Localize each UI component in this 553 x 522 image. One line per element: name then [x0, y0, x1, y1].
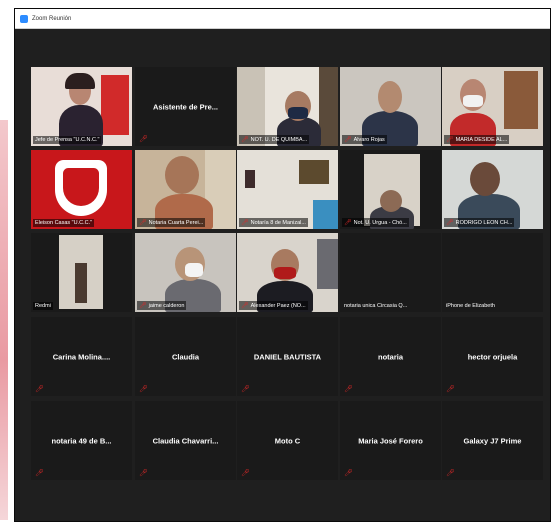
participant-name: 🎤︎ Alexander Paez (NO... — [239, 301, 308, 310]
muted-mic-icon: 🎤︎ — [446, 137, 454, 143]
muted-mic-icon: 🎤︎ — [139, 136, 148, 143]
muted-mic-icon: 🎤︎ — [241, 220, 249, 226]
participant-name: 🎤︎ Notaria Cuarta Perei... — [137, 218, 206, 227]
muted-mic-icon: 🎤︎ — [446, 470, 455, 477]
participant-tile[interactable]: 🎤︎ Notaria Cuarta Perei... — [135, 150, 236, 229]
background-decoration — [0, 120, 8, 520]
participant-name: Claudia — [171, 352, 200, 361]
muted-mic-icon: 🎤︎ — [139, 303, 147, 309]
participant-tile[interactable]: Moto C 🎤︎ — [237, 401, 338, 480]
muted-mic-icon: 🎤︎ — [344, 386, 353, 393]
participant-name: notaria — [377, 352, 403, 361]
participant-tile[interactable]: 🎤︎ jaime calderon — [135, 233, 236, 312]
muted-mic-icon: 🎤︎ — [241, 303, 249, 309]
muted-mic-icon: 🎤︎ — [344, 470, 353, 477]
participant-tile[interactable]: 🎤︎ Alvaro Rojas — [340, 67, 441, 146]
title-bar: Zoom Reunión — [15, 9, 550, 29]
participant-name: 🎤︎ MARIA DESIDE AL... — [444, 135, 510, 144]
participant-tile[interactable]: hector orjuela 🎤︎ — [442, 317, 543, 396]
muted-mic-icon: 🎤︎ — [241, 470, 250, 477]
participant-name: Carina Molina.... — [52, 352, 111, 361]
muted-mic-icon: 🎤︎ — [35, 470, 44, 477]
participant-tile[interactable]: 🎤︎ RODRIGO LEON CH... — [442, 150, 543, 229]
muted-mic-icon: 🎤︎ — [241, 386, 250, 393]
participant-tile[interactable]: Redmi — [31, 233, 132, 312]
organization-logo — [31, 150, 132, 229]
participant-name: 🎤︎ RODRIGO LEON CH... — [444, 218, 515, 227]
muted-mic-icon: 🎤︎ — [139, 470, 148, 477]
muted-mic-icon: 🎤︎ — [344, 137, 352, 143]
participant-tile[interactable]: Claudia Chavarri... 🎤︎ — [135, 401, 236, 480]
participant-name: notaria 49 de B... — [51, 436, 112, 445]
participant-name: 🎤︎ Alvaro Rojas — [342, 135, 387, 144]
participant-tile[interactable]: 🎤︎ NOT. U. DE QUIMBA... — [237, 67, 338, 146]
participant-tile[interactable]: Carina Molina.... 🎤︎ — [31, 317, 132, 396]
participant-tile[interactable]: 🎤︎ MARIA DESIDE AL... — [442, 67, 543, 146]
participant-name: Jefe de Prensa "U.C.N.C." — [33, 136, 102, 144]
participant-tile[interactable]: 🎤︎ Not. U. Urgua - Chó... — [340, 150, 441, 229]
participant-tile[interactable]: DANIEL BAUTISTA 🎤︎ — [237, 317, 338, 396]
participant-name: Claudia Chavarri... — [152, 436, 219, 445]
participant-tile[interactable]: Claudia 🎤︎ — [135, 317, 236, 396]
gallery-view: Jefe de Prensa "U.C.N.C." Asistente de P… — [15, 29, 550, 521]
zoom-logo-icon — [20, 14, 28, 23]
participant-tile[interactable]: iPhone de Elizabeth — [442, 233, 543, 312]
muted-mic-icon: 🎤︎ — [139, 220, 147, 226]
participant-tile[interactable]: 🎤︎ Notaría 8 de Manizal... — [237, 150, 338, 229]
participant-tile[interactable]: Jefe de Prensa "U.C.N.C." — [31, 67, 132, 146]
participant-name: Galaxy J7 Prime — [463, 436, 522, 445]
participant-tile[interactable]: Maria José Forero 🎤︎ — [340, 401, 441, 480]
participant-name: notaria unica Circasia Q... — [344, 303, 408, 309]
participant-tile[interactable]: notaria unica Circasia Q... — [340, 233, 441, 312]
participant-name: hector orjuela — [467, 352, 518, 361]
participant-name: Eleison Casas "U.C.C." — [33, 219, 95, 227]
participant-tile[interactable]: Asistente de Pre... 🎤︎ — [135, 67, 236, 146]
participant-tile[interactable]: Eleison Casas "U.C.C." — [31, 150, 132, 229]
muted-mic-icon: 🎤︎ — [446, 386, 455, 393]
muted-mic-icon: 🎤︎ — [139, 386, 148, 393]
participant-tile[interactable]: 🎤︎ Alexander Paez (NO... — [237, 233, 338, 312]
participant-name: DANIEL BAUTISTA — [253, 352, 322, 361]
participant-name: 🎤︎ Not. U. Urgua - Chó... — [342, 218, 409, 227]
window-title: Zoom Reunión — [32, 15, 72, 22]
muted-mic-icon: 🎤︎ — [344, 220, 352, 226]
participant-name: Moto C — [274, 436, 301, 445]
participant-name: iPhone de Elizabeth — [446, 303, 495, 309]
participant-name: 🎤︎ NOT. U. DE QUIMBA... — [239, 135, 310, 144]
muted-mic-icon: 🎤︎ — [35, 386, 44, 393]
participant-name: Maria José Forero — [358, 436, 423, 445]
participant-tile[interactable]: notaria 🎤︎ — [340, 317, 441, 396]
muted-mic-icon: 🎤︎ — [241, 137, 249, 143]
participant-name: 🎤︎ Notaría 8 de Manizal... — [239, 218, 308, 227]
participant-name: Asistente de Pre... — [152, 102, 219, 111]
participant-name: Redmi — [33, 302, 53, 310]
zoom-window: Zoom Reunión Jefe de Prensa "U.C.N.C." A… — [14, 8, 551, 522]
participant-name: 🎤︎ jaime calderon — [137, 301, 187, 310]
muted-mic-icon: 🎤︎ — [446, 220, 454, 226]
participant-tile[interactable]: Galaxy J7 Prime 🎤︎ — [442, 401, 543, 480]
participant-tile[interactable]: notaria 49 de B... 🎤︎ — [31, 401, 132, 480]
